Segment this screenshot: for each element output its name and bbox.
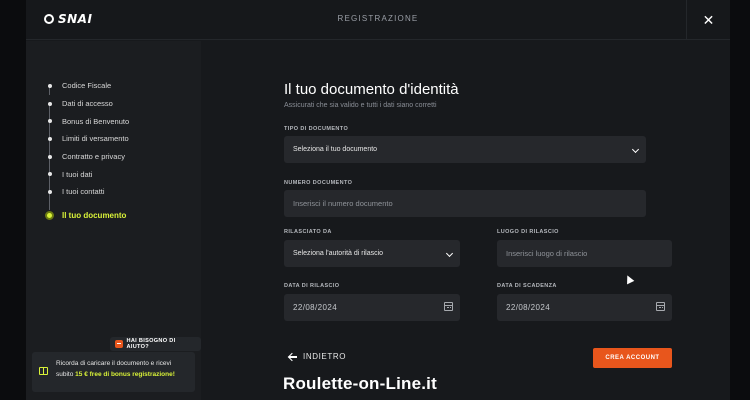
- back-button[interactable]: INDIETRO: [288, 352, 346, 361]
- form-subtitle: Assicurati che sia valido e tutti i dati…: [284, 102, 437, 109]
- step-dot-icon: [47, 154, 52, 159]
- doc-type-label: TIPO DI DOCUMENTO: [284, 126, 349, 132]
- arrow-left-icon: [288, 353, 297, 361]
- step-label: I tuoi contatti: [62, 187, 105, 197]
- gift-icon: [39, 367, 48, 375]
- document-form: Il tuo documento d'identità Assicurati c…: [201, 41, 730, 400]
- chevron-down-icon: [445, 249, 454, 258]
- chevron-down-icon: [631, 145, 640, 154]
- back-label: INDIETRO: [303, 352, 347, 361]
- step-label: Bonus di Benvenuto: [62, 116, 130, 126]
- promo-highlight: 15 € free di bonus registrazione!: [75, 371, 175, 378]
- doc-number-placeholder: Inserisci il numero documento: [293, 199, 393, 208]
- sidebar: Codice Fiscale Dati di accesso Bonus di …: [26, 41, 201, 400]
- step-dot-icon: [47, 172, 52, 177]
- issue-date-value: 22/08/2024: [293, 303, 338, 312]
- promo-banner: Ricorda di caricare il documento e ricev…: [32, 352, 195, 392]
- page-title: REGISTRAZIONE: [337, 14, 419, 23]
- expiry-date-input[interactable]: 22/08/2024: [497, 294, 672, 321]
- doc-number-label: NUMERO DOCUMENTO: [284, 180, 353, 186]
- step-bonus-benvenuto[interactable]: Bonus di Benvenuto: [46, 112, 130, 139]
- step-tuoi-contatti[interactable]: I tuoi contatti: [46, 183, 129, 210]
- help-chat-icon: [115, 340, 123, 348]
- registration-steps: Codice Fiscale Dati di accesso Bonus di …: [45, 77, 130, 225]
- step-label: Contratto e privacy: [62, 152, 125, 162]
- step-contratto-privacy[interactable]: Contratto e privacy: [46, 148, 129, 174]
- step-limiti-versamento[interactable]: Limiti di versamento: [46, 130, 129, 157]
- doc-type-value: Seleziona il tuo documento: [293, 146, 378, 153]
- step-label: I tuoi dati: [62, 169, 93, 179]
- step-dot-icon: [47, 189, 52, 194]
- issue-place-placeholder: Inserisci luogo di rilascio: [506, 249, 588, 258]
- doc-type-select[interactable]: Seleziona il tuo documento: [284, 136, 646, 163]
- issue-place-input[interactable]: Inserisci luogo di rilascio: [497, 240, 672, 267]
- doc-number-input[interactable]: Inserisci il numero documento: [284, 190, 646, 217]
- help-button[interactable]: HAI BISOGNO DI AIUTO?: [110, 337, 201, 351]
- header: SNAI REGISTRAZIONE ✕: [26, 0, 730, 40]
- watermark: Roulette-on-Line.it: [283, 374, 437, 393]
- calendar-icon[interactable]: [444, 302, 453, 311]
- expiry-date-label: DATA DI SCADENZA: [497, 283, 557, 289]
- issued-by-select[interactable]: Seleziona l'autorità di rilascio: [284, 240, 460, 267]
- expiry-date-value: 22/08/2024: [506, 303, 551, 312]
- calendar-icon[interactable]: [656, 302, 665, 311]
- close-button[interactable]: ✕: [686, 0, 730, 40]
- step-label: Limiti di versamento: [62, 134, 129, 144]
- step-dot-icon: [47, 83, 52, 88]
- step-dot-icon: [47, 136, 52, 141]
- step-active-dot-icon: [45, 210, 54, 220]
- step-tuoi-dati[interactable]: I tuoi dati: [46, 165, 129, 192]
- step-dot-icon: [47, 101, 52, 106]
- step-label: Dati di accesso: [62, 99, 113, 109]
- step-codice-fiscale[interactable]: Codice Fiscale: [46, 77, 129, 95]
- step-label-active: Il tuo documento: [62, 210, 127, 220]
- help-label: HAI BISOGNO DI AIUTO?: [126, 338, 176, 350]
- registration-window: SNAI REGISTRAZIONE ✕ Codice Fiscale Dati…: [26, 0, 730, 400]
- step-tuo-documento[interactable]: Il tuo documento: [45, 200, 129, 225]
- step-dati-accesso[interactable]: Dati di accesso: [46, 95, 129, 121]
- issued-by-value: Seleziona l'autorità di rilascio: [293, 250, 384, 257]
- issue-date-label: DATA DI RILASCIO: [284, 283, 340, 289]
- issue-place-label: LUOGO DI RILASCIO: [497, 229, 559, 235]
- create-account-button[interactable]: CREA ACCOUNT: [593, 348, 672, 368]
- close-icon: ✕: [702, 11, 715, 28]
- step-label: Codice Fiscale: [62, 81, 112, 91]
- step-dot-icon: [47, 119, 52, 124]
- form-title: Il tuo documento d'identità: [284, 81, 459, 98]
- issued-by-label: RILASCIATO DA: [284, 229, 332, 235]
- issue-date-input[interactable]: 22/08/2024: [284, 294, 460, 321]
